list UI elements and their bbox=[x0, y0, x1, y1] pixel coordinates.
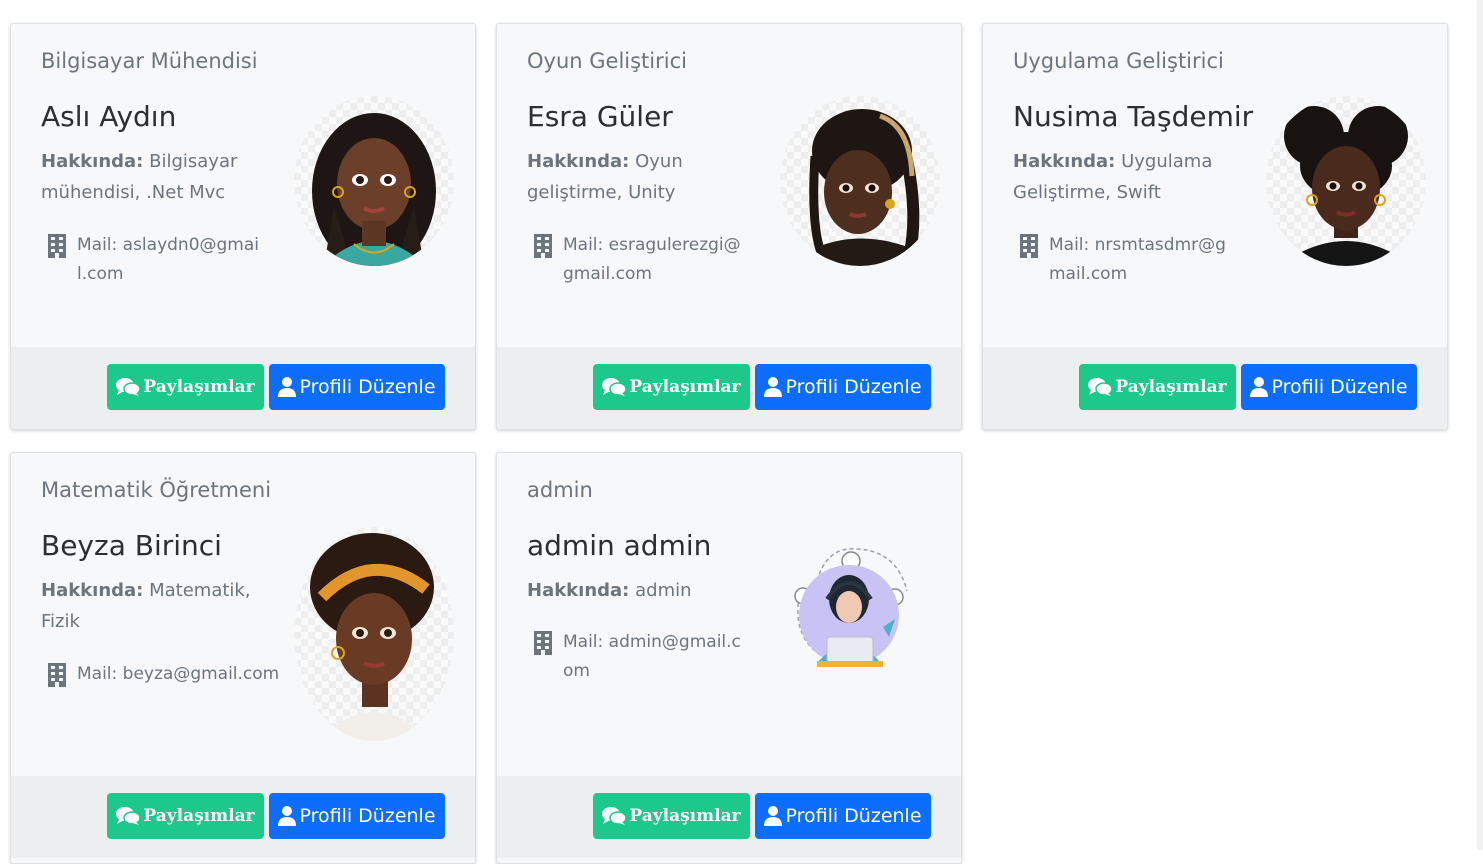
edit-profile-button[interactable]: Profili Düzenle bbox=[269, 793, 445, 839]
building-icon bbox=[48, 663, 66, 687]
user-icon bbox=[278, 377, 297, 397]
edit-button-label: Profili Düzenle bbox=[1271, 376, 1408, 398]
profile-card: Bilgisayar Mühendisi Aslı Aydın Hakkında… bbox=[10, 23, 476, 430]
comments-icon bbox=[602, 807, 627, 825]
building-icon bbox=[534, 631, 552, 655]
card-footer: Paylaşımlar Profili Düzenle bbox=[11, 347, 475, 429]
card-about: Hakkında: admin bbox=[527, 575, 745, 606]
comments-icon bbox=[1088, 378, 1113, 396]
support-agent-avatar bbox=[794, 548, 908, 667]
about-label: Hakkında: bbox=[527, 151, 630, 172]
card-about: Hakkında: Matematik, Fizik bbox=[41, 575, 259, 637]
profile-avatar bbox=[780, 96, 940, 266]
card-occupation: Matematik Öğretmeni bbox=[41, 478, 272, 502]
card-footer: Paylaşımlar Profili Düzenle bbox=[11, 776, 475, 858]
comments-icon bbox=[602, 378, 627, 396]
girl-locs-avatar bbox=[809, 109, 920, 266]
page-scrollbar[interactable] bbox=[1477, 0, 1483, 850]
card-about: Hakkında: Uygulama Geliştirme, Swift bbox=[1013, 146, 1231, 208]
card-footer: Paylaşımlar Profili Düzenle bbox=[497, 776, 961, 858]
card-footer: Paylaşımlar Profili Düzenle bbox=[497, 347, 961, 429]
edit-button-label: Profili Düzenle bbox=[299, 376, 436, 398]
user-icon bbox=[278, 806, 297, 826]
card-name: Beyza Birinci bbox=[41, 529, 222, 562]
posts-button-label: Paylaşımlar bbox=[143, 806, 255, 826]
girl-puffs-avatar bbox=[1284, 106, 1408, 266]
card-mail: Mail: nrsmtasdmr@gmail.com bbox=[1019, 231, 1233, 289]
posts-button-label: Paylaşımlar bbox=[1115, 377, 1227, 397]
posts-button[interactable]: Paylaşımlar bbox=[107, 364, 264, 410]
card-mail: Mail: aslaydn0@gmail.com bbox=[47, 231, 261, 289]
card-occupation: Oyun Geliştirici bbox=[527, 49, 687, 73]
card-body: Uygulama Geliştirici Nusima Taşdemir Hak… bbox=[983, 24, 1447, 346]
card-body: Oyun Geliştirici Esra Güler Hakkında: Oy… bbox=[497, 24, 961, 346]
posts-button[interactable]: Paylaşımlar bbox=[107, 793, 264, 839]
card-mail: Mail: beyza@gmail.com bbox=[47, 660, 287, 689]
comments-icon bbox=[116, 807, 141, 825]
edit-profile-button[interactable]: Profili Düzenle bbox=[755, 793, 931, 839]
user-icon bbox=[1250, 377, 1269, 397]
profile-card: Uygulama Geliştirici Nusima Taşdemir Hak… bbox=[982, 23, 1448, 430]
profile-avatar bbox=[787, 541, 921, 669]
girl-headband-avatar bbox=[310, 533, 434, 741]
card-name: Esra Güler bbox=[527, 100, 673, 133]
card-about: Hakkında: Oyun geliştirme, Unity bbox=[527, 146, 745, 208]
card-body: Bilgisayar Mühendisi Aslı Aydın Hakkında… bbox=[11, 24, 475, 346]
posts-button-label: Paylaşımlar bbox=[143, 377, 255, 397]
posts-button[interactable]: Paylaşımlar bbox=[593, 793, 750, 839]
card-name: Aslı Aydın bbox=[41, 100, 177, 133]
building-icon bbox=[1020, 234, 1038, 258]
edit-button-label: Profili Düzenle bbox=[299, 805, 436, 827]
card-footer: Paylaşımlar Profili Düzenle bbox=[983, 347, 1447, 429]
about-label: Hakkında: bbox=[41, 580, 144, 601]
edit-profile-button[interactable]: Profili Düzenle bbox=[755, 364, 931, 410]
building-icon bbox=[48, 234, 66, 258]
card-occupation: Bilgisayar Mühendisi bbox=[41, 49, 258, 73]
edit-profile-button[interactable]: Profili Düzenle bbox=[269, 364, 445, 410]
comments-icon bbox=[116, 378, 141, 396]
user-icon bbox=[764, 806, 783, 826]
card-occupation: Uygulama Geliştirici bbox=[1013, 49, 1224, 73]
profile-card: Matematik Öğretmeni Beyza Birinci Hakkın… bbox=[10, 452, 476, 864]
building-icon bbox=[534, 234, 552, 258]
card-about: Hakkında: Bilgisayar mühendisi, .Net Mvc bbox=[41, 146, 259, 208]
posts-button[interactable]: Paylaşımlar bbox=[1079, 364, 1236, 410]
mail-text: Mail: beyza@gmail.com bbox=[77, 664, 280, 684]
edit-button-label: Profili Düzenle bbox=[785, 376, 922, 398]
about-label: Hakkında: bbox=[41, 151, 144, 172]
edit-profile-button[interactable]: Profili Düzenle bbox=[1241, 364, 1417, 410]
posts-button-label: Paylaşımlar bbox=[629, 377, 741, 397]
card-occupation: admin bbox=[527, 478, 593, 502]
about-label: Hakkında: bbox=[1013, 151, 1116, 172]
card-body: Matematik Öğretmeni Beyza Birinci Hakkın… bbox=[11, 453, 475, 775]
girl-braids-avatar bbox=[312, 113, 436, 266]
edit-button-label: Profili Düzenle bbox=[785, 805, 922, 827]
card-mail: Mail: esragulerezgi@gmail.com bbox=[533, 231, 747, 289]
card-mail: Mail: admin@gmail.com bbox=[533, 628, 747, 686]
card-name: admin admin bbox=[527, 529, 712, 562]
about-label: Hakkında: bbox=[527, 580, 630, 601]
mail-text: Mail: aslaydn0@gmail.com bbox=[77, 235, 260, 284]
user-icon bbox=[764, 377, 783, 397]
card-body: admin admin admin Hakkında: admin Mail: … bbox=[497, 453, 961, 775]
profile-card: admin admin admin Hakkında: admin Mail: … bbox=[496, 452, 962, 864]
profile-avatar bbox=[294, 527, 454, 741]
posts-button[interactable]: Paylaşımlar bbox=[593, 364, 750, 410]
profile-card: Oyun Geliştirici Esra Güler Hakkında: Oy… bbox=[496, 23, 962, 430]
mail-text: Mail: esragulerezgi@gmail.com bbox=[563, 235, 741, 284]
about-text: admin bbox=[635, 580, 692, 601]
posts-button-label: Paylaşımlar bbox=[629, 806, 741, 826]
mail-text: Mail: admin@gmail.com bbox=[563, 632, 741, 681]
profile-avatar bbox=[294, 96, 454, 266]
profile-avatar bbox=[1266, 96, 1426, 266]
card-name: Nusima Taşdemir bbox=[1013, 100, 1254, 133]
mail-text: Mail: nrsmtasdmr@gmail.com bbox=[1049, 235, 1226, 284]
